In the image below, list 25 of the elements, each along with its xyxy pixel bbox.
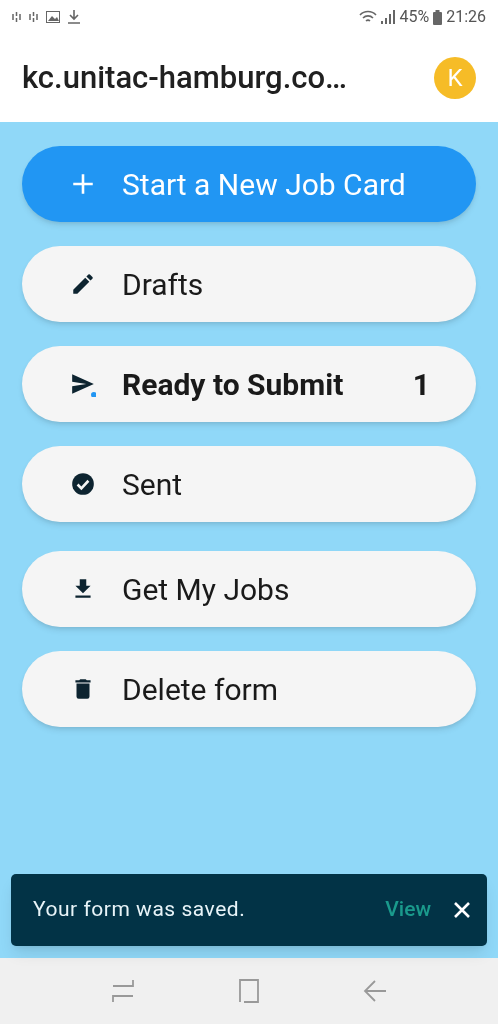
menu-button[interactable]: Sent [22, 446, 476, 522]
wifi-icon [359, 10, 378, 24]
page-title: kc.unitac-hamburg.co… [22, 57, 347, 98]
menu-button[interactable]: Drafts [22, 246, 476, 322]
battery-icon [433, 9, 443, 25]
close-icon[interactable] [453, 901, 471, 919]
menu-button[interactable]: Delete form [22, 651, 476, 727]
menu-button[interactable]: Ready to Submit 1 [22, 346, 476, 422]
image-icon [46, 11, 60, 23]
download-icon [68, 10, 80, 24]
pencil-icon [70, 271, 96, 297]
menu-button[interactable]: Get My Jobs [22, 551, 476, 627]
notification-icon [12, 11, 21, 23]
plus-icon [70, 171, 96, 197]
clock-text: 21:26 [446, 6, 486, 28]
count-text: 1 [412, 365, 430, 404]
signal-icon [381, 10, 396, 24]
snackbar-message: Your form was saved. [33, 896, 246, 924]
view-link[interactable]: View [385, 894, 431, 926]
back-icon[interactable] [363, 979, 387, 1003]
battery-text: 45% [399, 6, 430, 28]
recent-apps-icon[interactable] [111, 979, 135, 1003]
home-icon[interactable] [237, 979, 261, 1003]
check-circle-icon [70, 471, 96, 497]
notification-icon [29, 11, 38, 23]
